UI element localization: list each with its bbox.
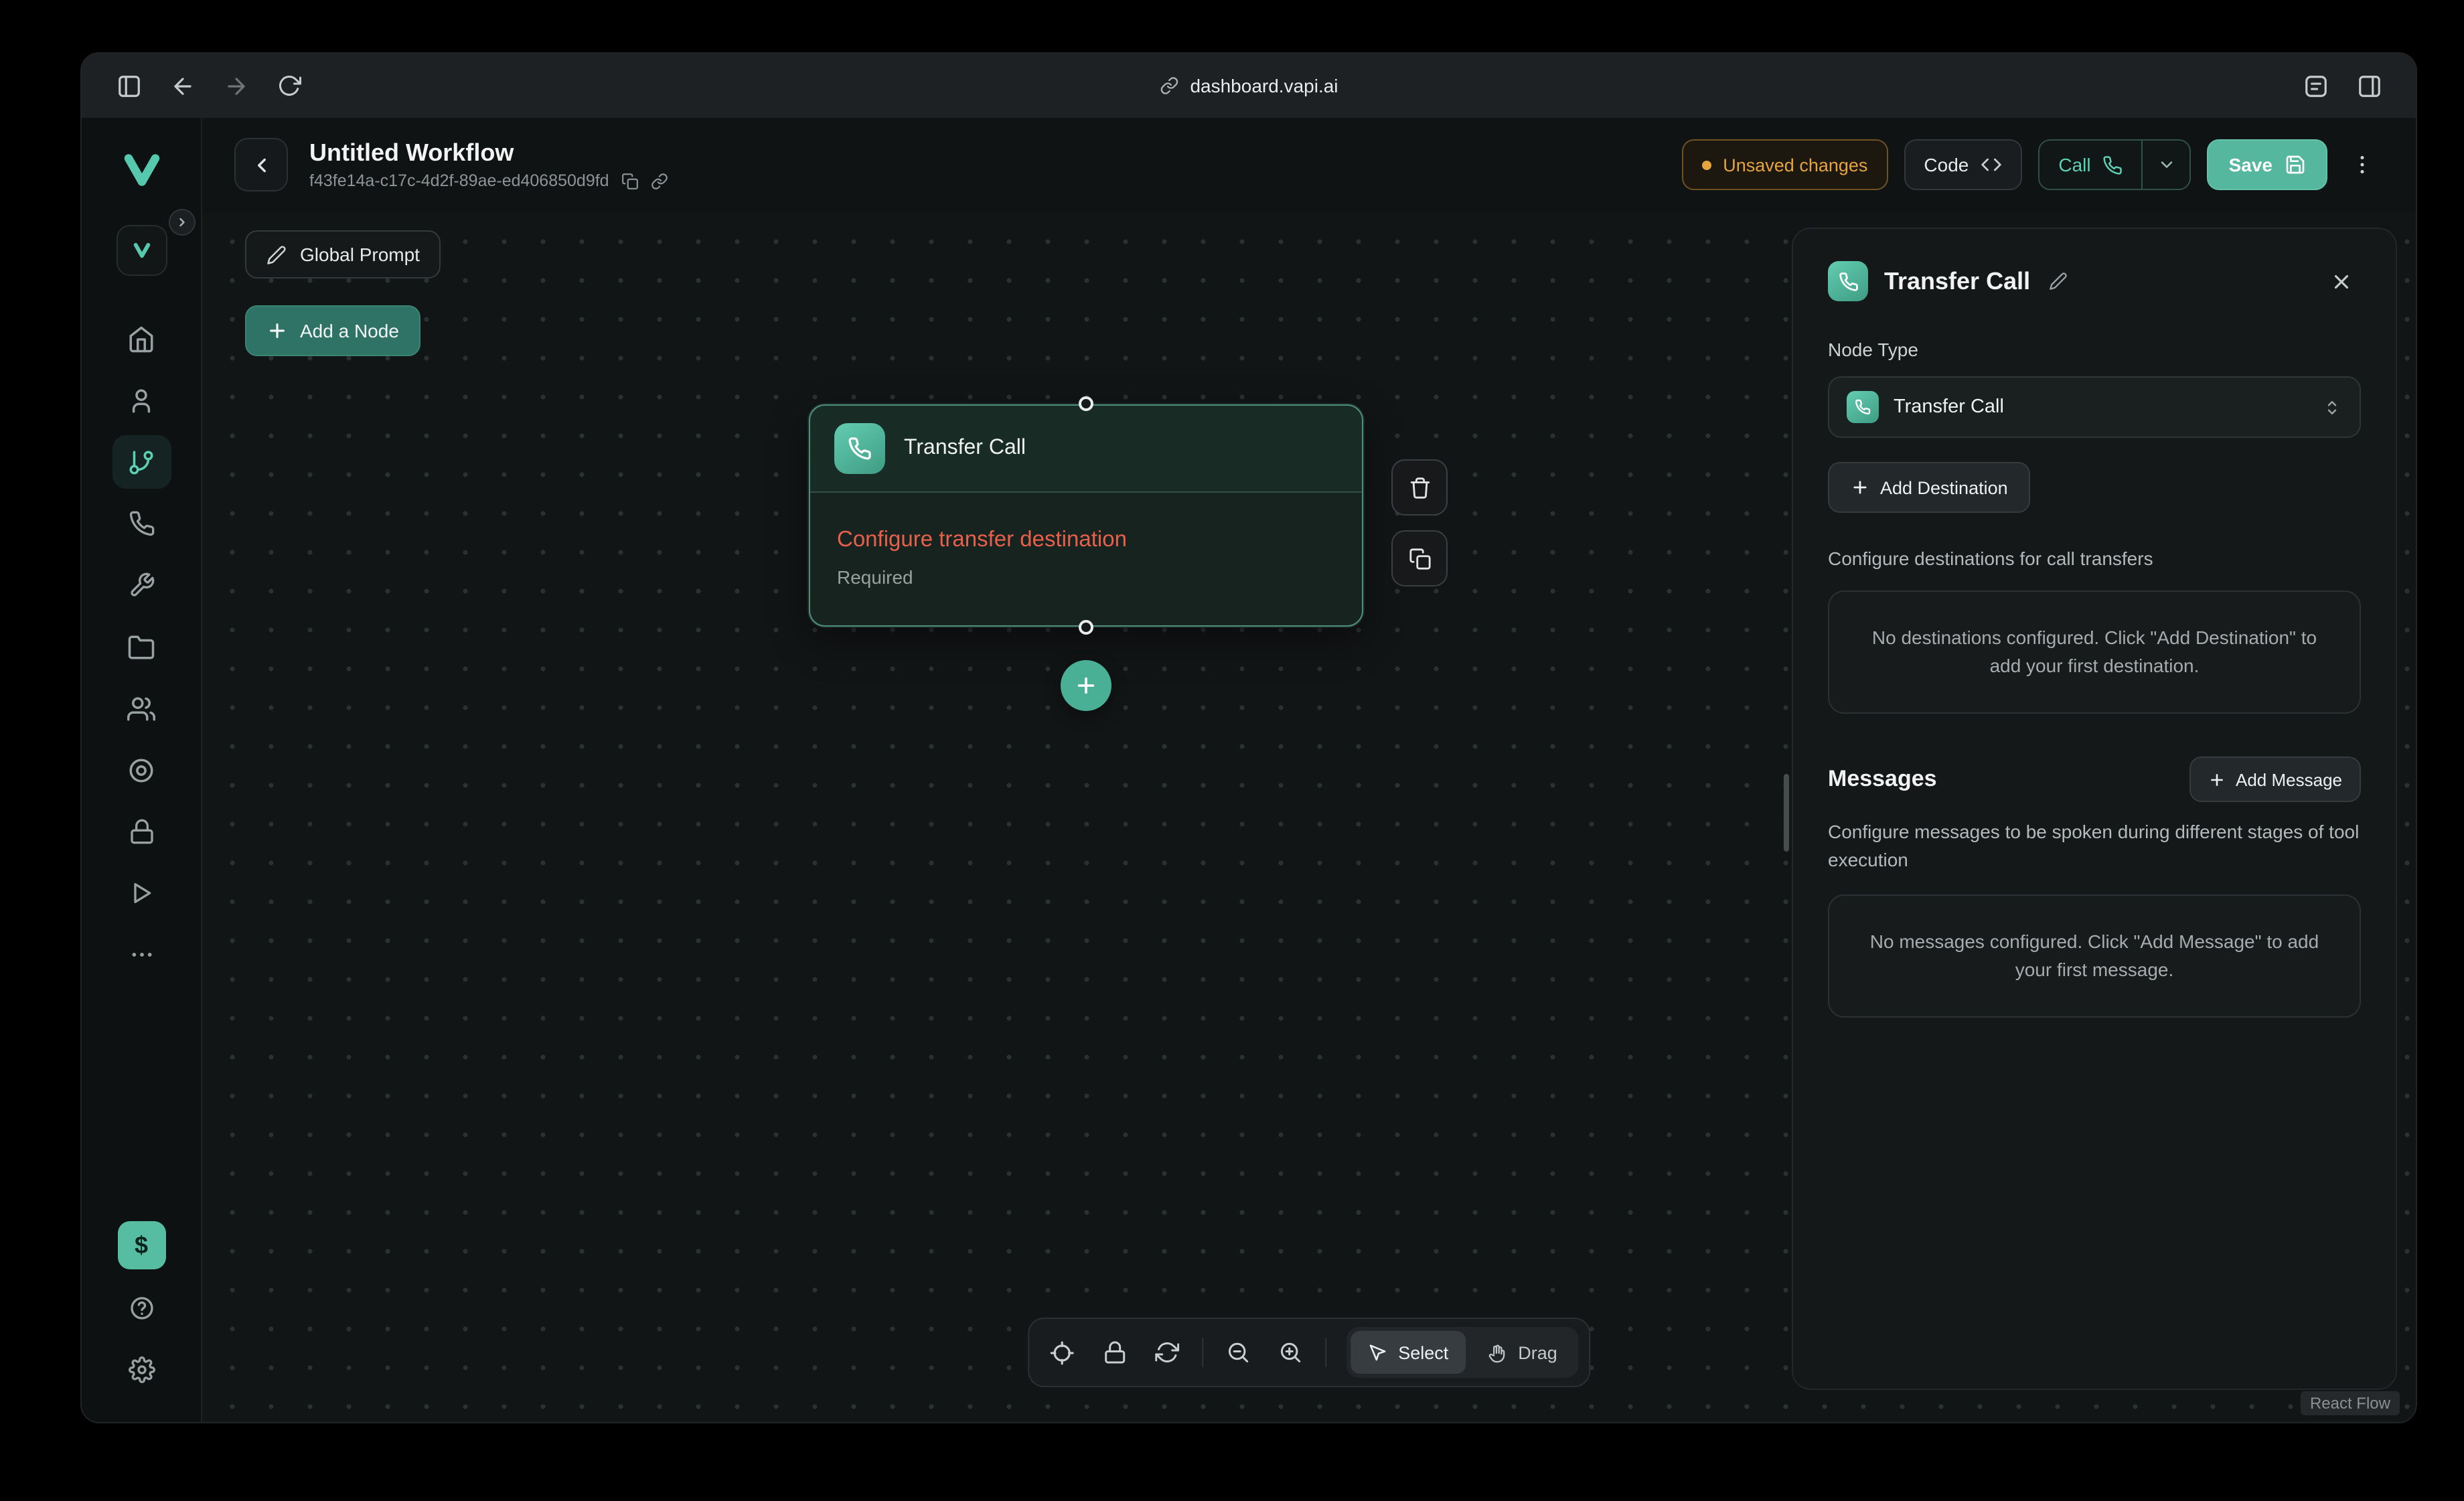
workflow-canvas[interactable]: Global Prompt Add a Node Transfer Call — [202, 212, 2416, 1422]
chevron-down-icon — [2157, 155, 2176, 174]
sidebar-item-vault[interactable] — [112, 805, 171, 858]
tune-icon[interactable] — [2293, 63, 2338, 108]
divider — [1201, 1338, 1203, 1367]
sidebar-item-support[interactable] — [112, 743, 171, 797]
sidebar-item-tools[interactable] — [112, 558, 171, 612]
panel-phone-icon — [1828, 261, 1868, 301]
panel-title: Transfer Call — [1884, 267, 2030, 295]
delete-node-button[interactable] — [1391, 459, 1448, 516]
zoom-out-button[interactable] — [1215, 1330, 1260, 1375]
call-dropdown-button[interactable] — [2142, 141, 2190, 189]
vapi-logo — [119, 142, 164, 198]
duplicate-node-button[interactable] — [1391, 530, 1448, 586]
node-type-value: Transfer Call — [1894, 396, 2004, 418]
call-button[interactable]: Call — [2039, 141, 2141, 189]
browser-reload-button[interactable] — [266, 63, 312, 108]
org-avatar[interactable] — [116, 225, 167, 276]
address-bar[interactable]: dashboard.vapi.ai — [1159, 54, 1338, 118]
unsaved-dot-icon — [1701, 160, 1711, 169]
page-title: Untitled Workflow — [309, 139, 668, 167]
plus-icon — [266, 320, 288, 341]
select-phone-icon — [1847, 391, 1879, 423]
drag-mode-button[interactable]: Drag — [1470, 1331, 1575, 1374]
add-edge-button[interactable] — [1061, 660, 1111, 711]
billing-button[interactable]: $ — [117, 1221, 165, 1269]
sidebar-item-more[interactable] — [112, 928, 171, 981]
node-type-label: Node Type — [1828, 339, 2361, 360]
close-panel-button[interactable] — [2321, 261, 2361, 301]
save-icon — [2285, 154, 2306, 175]
app-sidebar: $ — [82, 118, 202, 1422]
hand-icon — [1487, 1342, 1507, 1362]
workflow-node-transfer-call[interactable]: Transfer Call Configure transfer destina… — [809, 404, 1363, 627]
node-handle-bottom[interactable] — [1079, 620, 1093, 635]
code-button[interactable]: Code — [1904, 139, 2022, 190]
settings-button[interactable] — [112, 1343, 171, 1397]
node-required-text: Required — [837, 566, 1335, 588]
node-title: Transfer Call — [904, 437, 1026, 461]
messages-title: Messages — [1828, 767, 1937, 793]
sidebar-item-files[interactable] — [112, 620, 171, 674]
browser-window: dashboard.vapi.ai — [80, 52, 2417, 1423]
global-prompt-button[interactable]: Global Prompt — [245, 230, 441, 279]
lock-button[interactable] — [1091, 1330, 1137, 1375]
sidebar-item-home[interactable] — [112, 312, 171, 366]
url-text: dashboard.vapi.ai — [1190, 75, 1338, 96]
fit-view-button[interactable] — [1039, 1330, 1085, 1375]
cursor-icon — [1367, 1342, 1387, 1362]
chevrons-updown-icon — [2322, 397, 2342, 417]
back-button[interactable] — [234, 138, 288, 191]
select-mode-button[interactable]: Select — [1350, 1331, 1466, 1374]
phone-icon — [2103, 155, 2123, 175]
sidebar-expand-button[interactable] — [169, 209, 196, 236]
add-node-button[interactable]: Add a Node — [245, 305, 420, 356]
messages-description: Configure messages to be spoken during d… — [1828, 819, 2361, 873]
react-flow-attribution: React Flow — [2301, 1391, 2400, 1415]
add-message-button[interactable]: Add Message — [2189, 757, 2361, 803]
messages-empty-state: No messages configured. Click "Add Messa… — [1828, 894, 2361, 1018]
node-type-select[interactable]: Transfer Call — [1828, 376, 2361, 438]
browser-toolbar: dashboard.vapi.ai — [82, 54, 2416, 118]
copy-id-icon[interactable] — [621, 172, 639, 189]
divider — [1324, 1338, 1326, 1367]
node-phone-icon — [834, 423, 885, 474]
save-button[interactable]: Save — [2208, 139, 2327, 190]
plus-icon — [1851, 478, 1869, 497]
edit-title-button[interactable] — [2049, 272, 2068, 291]
unsaved-changes-badge: Unsaved changes — [1681, 139, 1888, 190]
pencil-icon — [266, 244, 287, 264]
destinations-description: Configure destinations for call transfer… — [1828, 545, 2361, 572]
sidebar-item-runs[interactable] — [112, 866, 171, 920]
code-icon — [1981, 154, 2002, 175]
workflow-header: Untitled Workflow f43fe14a-c17c-4d2f-89a… — [202, 118, 2416, 212]
browser-back-button[interactable] — [159, 63, 205, 108]
help-button[interactable] — [112, 1281, 171, 1335]
node-handle-top[interactable] — [1079, 396, 1093, 411]
split-view-icon[interactable] — [2346, 63, 2392, 108]
sidebar-item-assistants[interactable] — [112, 374, 171, 427]
copy-link-icon[interactable] — [651, 172, 668, 189]
auto-layout-button[interactable] — [1144, 1330, 1189, 1375]
node-details-panel: Transfer Call Node Type Transfer — [1792, 228, 2397, 1390]
sidebar-item-phone-numbers[interactable] — [112, 497, 171, 550]
node-warning-text: Configure transfer destination — [837, 528, 1335, 553]
sidebar-toggle-icon[interactable] — [106, 63, 151, 108]
browser-forward-button[interactable] — [213, 63, 258, 108]
destinations-empty-state: No destinations configured. Click "Add D… — [1828, 591, 2361, 714]
add-destination-button[interactable]: Add Destination — [1828, 462, 2031, 513]
workflow-id: f43fe14a-c17c-4d2f-89ae-ed406850d9fd — [309, 171, 609, 190]
more-options-button[interactable] — [2343, 139, 2381, 190]
sidebar-item-squads[interactable] — [112, 682, 171, 735]
link-icon — [1159, 76, 1178, 95]
canvas-controls: Select Drag — [1027, 1318, 1591, 1387]
panel-resize-handle[interactable] — [1784, 774, 1789, 852]
plus-icon — [2208, 771, 2225, 789]
zoom-in-button[interactable] — [1267, 1330, 1312, 1375]
mode-toggle: Select Drag — [1346, 1327, 1579, 1378]
sidebar-item-workflows[interactable] — [112, 435, 171, 489]
